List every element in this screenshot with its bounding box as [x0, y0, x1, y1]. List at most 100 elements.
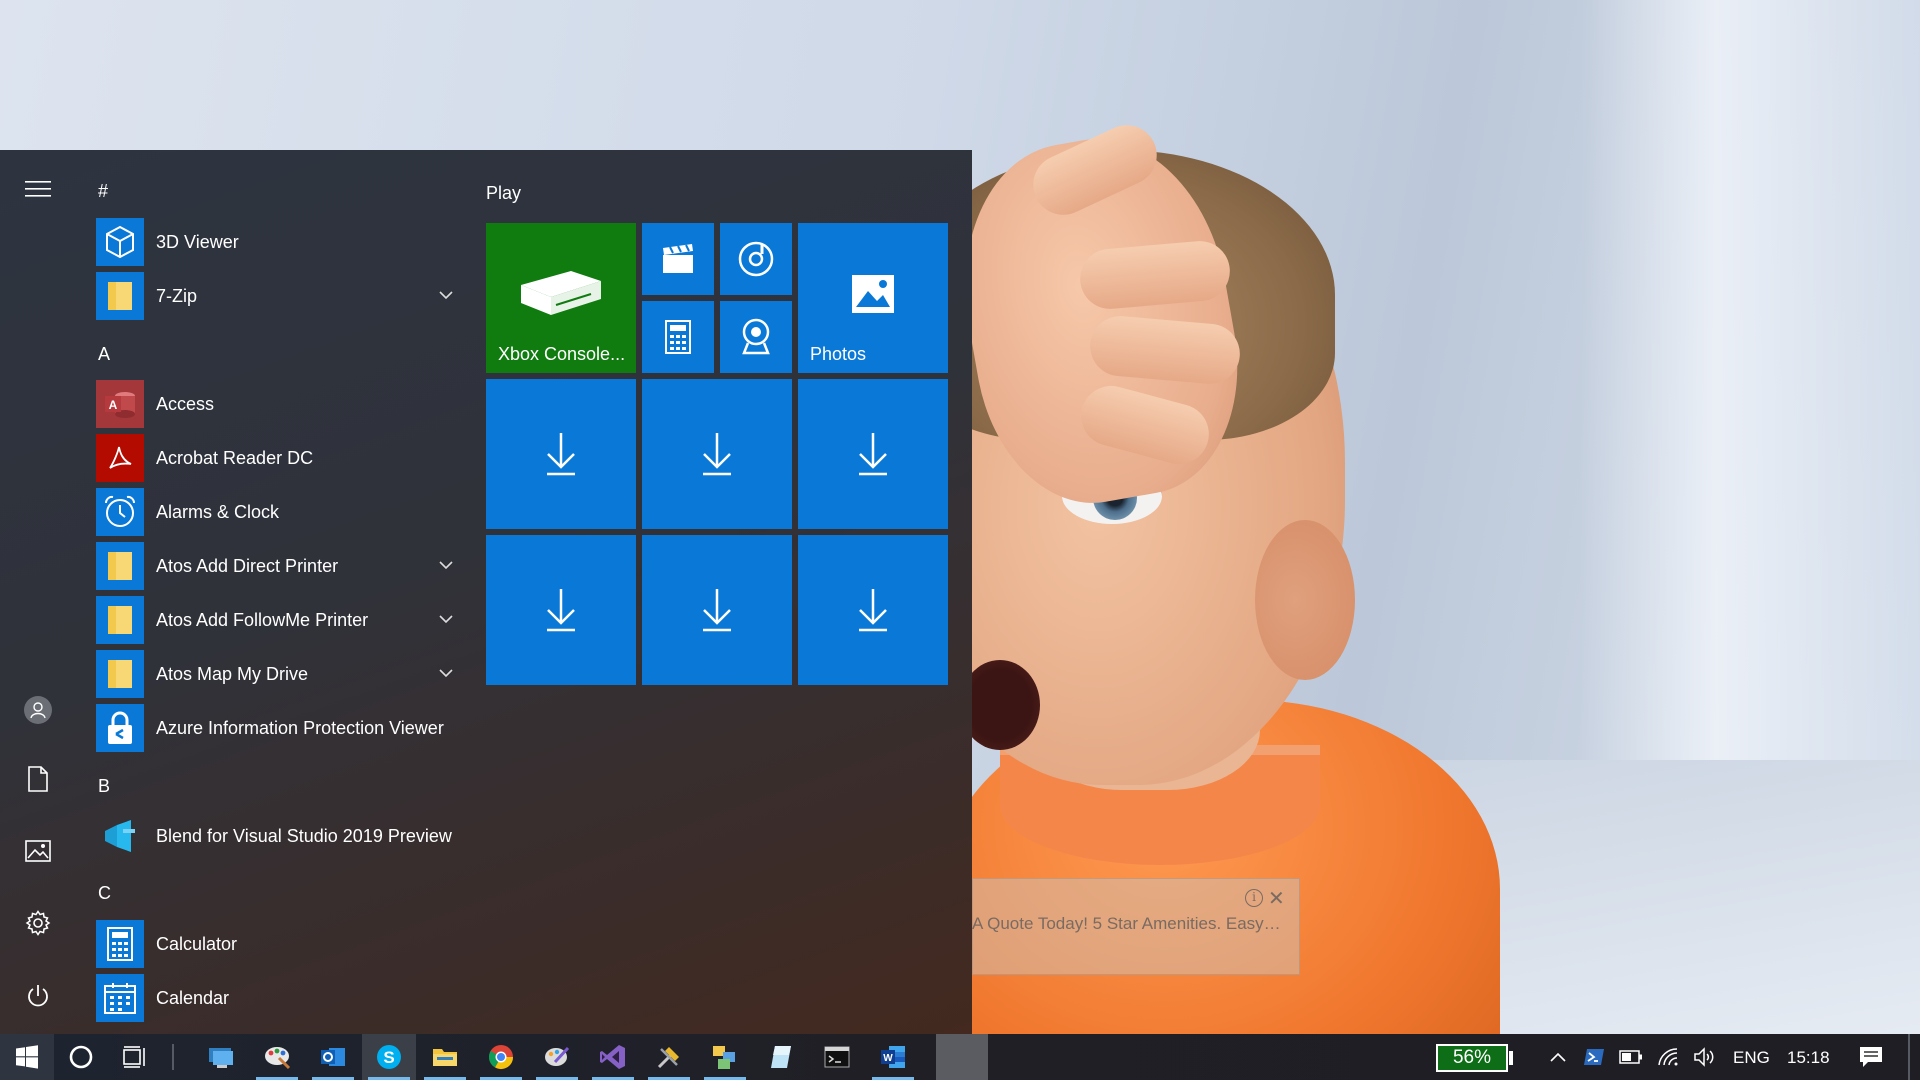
app-name: 7-Zip [156, 285, 198, 306]
powershell-tray-icon[interactable] [1580, 1034, 1608, 1080]
tile-downloading[interactable] [642, 379, 792, 529]
taskbar-app-blank[interactable] [936, 1034, 988, 1080]
settings-icon[interactable] [14, 899, 62, 947]
app-item-7-zip[interactable]: 7-Zip [96, 271, 456, 321]
tile-camera[interactable] [720, 301, 792, 373]
section-letter-b[interactable]: B [98, 776, 110, 797]
remote-desktop-icon [209, 1048, 233, 1068]
app-item-calendar[interactable]: Calendar [96, 973, 456, 1023]
taskbar-app-outlook[interactable] [306, 1034, 360, 1080]
section-letter-c[interactable]: C [98, 883, 111, 904]
tile-photos[interactable]: Photos [798, 223, 948, 373]
app-item-atos-direct-printer[interactable]: Atos Add Direct Printer [96, 541, 456, 591]
taskbar-app-terminal[interactable] [810, 1034, 864, 1080]
clock[interactable]: 15:18 [1787, 1048, 1830, 1068]
taskbar-app-word[interactable]: W [866, 1034, 920, 1080]
app-list[interactable]: # 3D Viewer 7-Zip A A Access Acrobat Rea… [78, 150, 468, 1034]
clapperboard-icon [663, 244, 693, 273]
pictures-icon[interactable] [14, 827, 62, 875]
app-name: Calculator [156, 933, 238, 954]
taskbar-app-skype[interactable]: S [362, 1034, 416, 1080]
access-icon: A [96, 380, 144, 428]
folder-icon [96, 596, 144, 644]
app-name: Access [156, 393, 215, 414]
app-item-3d-viewer[interactable]: 3D Viewer [96, 217, 456, 267]
chevron-down-icon[interactable] [436, 609, 456, 629]
network-computers-icon [713, 1046, 735, 1069]
taskbar-app-chrome[interactable] [474, 1034, 528, 1080]
tile-label: Photos [810, 344, 867, 364]
section-letter-a[interactable]: A [98, 344, 110, 365]
app-item-alarms-clock[interactable]: Alarms & Clock [96, 487, 456, 537]
battery-terminal [1509, 1051, 1513, 1065]
tile-downloading[interactable] [642, 535, 792, 685]
tile-groove-music[interactable] [720, 223, 792, 295]
app-item-atos-map-my-drive[interactable]: Atos Map My Drive [96, 649, 456, 699]
svg-text:S: S [383, 1048, 394, 1067]
power-icon[interactable] [14, 972, 62, 1020]
battery-meter[interactable]: 56% [1436, 1044, 1508, 1072]
taskbar-app-paint3d[interactable] [530, 1034, 584, 1080]
video-ad-text[interactable]: A Quote Today! 5 Star Amenities. Easy… [972, 914, 1300, 934]
ad-close-icon[interactable]: ✕ [1268, 886, 1285, 911]
show-desktop-button[interactable] [1908, 1034, 1910, 1080]
child-ear [1255, 520, 1355, 680]
user-icon[interactable] [14, 686, 62, 734]
document-icon[interactable] [14, 755, 62, 803]
chevron-down-icon[interactable] [436, 285, 456, 305]
app-item-access[interactable]: A Access [96, 379, 456, 429]
hamburger-icon[interactable] [14, 165, 62, 213]
tile-group-title[interactable]: Play [486, 183, 521, 204]
download-arrow-icon [703, 589, 731, 632]
skype-icon: S [377, 1045, 401, 1069]
taskbar-app-network-tool[interactable] [698, 1034, 752, 1080]
paint-3d-icon [545, 1046, 570, 1066]
cortana-button[interactable] [54, 1034, 108, 1080]
wifi-icon[interactable] [1654, 1034, 1684, 1080]
taskbar-app-remote-desktop[interactable] [194, 1034, 248, 1080]
section-letter-hash[interactable]: # [98, 181, 108, 202]
tile-downloading[interactable] [798, 535, 948, 685]
child-mouth [960, 660, 1040, 750]
blend-icon [96, 812, 144, 860]
tile-calculator[interactable] [642, 301, 714, 373]
download-arrow-icon [547, 433, 575, 476]
tile-downloading[interactable] [486, 535, 636, 685]
calculator-icon [665, 320, 691, 354]
tile-downloading[interactable] [798, 379, 948, 529]
ad-info-icon[interactable]: i [1245, 889, 1263, 907]
tile-movies-tv[interactable] [642, 223, 714, 295]
taskbar-app-visual-studio[interactable] [586, 1034, 640, 1080]
app-item-acrobat-reader[interactable]: Acrobat Reader DC [96, 433, 456, 483]
acrobat-icon [96, 434, 144, 482]
taskbar-app-file-explorer[interactable] [418, 1034, 472, 1080]
app-item-blend-vs2019[interactable]: Blend for Visual Studio 2019 Preview [96, 811, 456, 861]
action-center-notification-icon[interactable] [1853, 1034, 1889, 1080]
volume-icon[interactable] [1690, 1034, 1720, 1080]
taskbar-app-edge-legacy[interactable] [754, 1034, 808, 1080]
tile-xbox-console[interactable]: Xbox Console... [486, 223, 636, 373]
download-arrow-icon [859, 589, 887, 632]
taskbar-app-paint[interactable] [250, 1034, 304, 1080]
calculator-icon [96, 920, 144, 968]
chevron-down-icon[interactable] [436, 663, 456, 683]
folder-icon [96, 272, 144, 320]
app-name: Atos Add FollowMe Printer [156, 609, 369, 630]
app-item-azure-info-protection[interactable]: Azure Information Protection Viewer [96, 703, 456, 753]
tools-icon [657, 1047, 679, 1069]
tile-downloading[interactable] [486, 379, 636, 529]
alarm-clock-icon [96, 488, 144, 536]
app-item-calculator[interactable]: Calculator [96, 919, 456, 969]
taskbar-app-tools[interactable] [642, 1034, 696, 1080]
task-view-button[interactable] [108, 1034, 162, 1080]
app-item-atos-followme-printer[interactable]: Atos Add FollowMe Printer [96, 595, 456, 645]
show-hidden-icons-chevron-up-icon[interactable] [1544, 1034, 1572, 1080]
start-button[interactable] [0, 1034, 54, 1080]
start-menu: # 3D Viewer 7-Zip A A Access Acrobat Rea… [0, 150, 972, 1034]
app-name: Azure Information Protection Viewer [156, 717, 444, 738]
tile-label: Xbox Console... [498, 344, 626, 364]
taskbar: S W 56% ENG 15:18 [0, 1034, 1920, 1080]
input-language[interactable]: ENG [1733, 1048, 1770, 1068]
battery-tray-icon[interactable] [1616, 1034, 1646, 1080]
chevron-down-icon[interactable] [436, 555, 456, 575]
